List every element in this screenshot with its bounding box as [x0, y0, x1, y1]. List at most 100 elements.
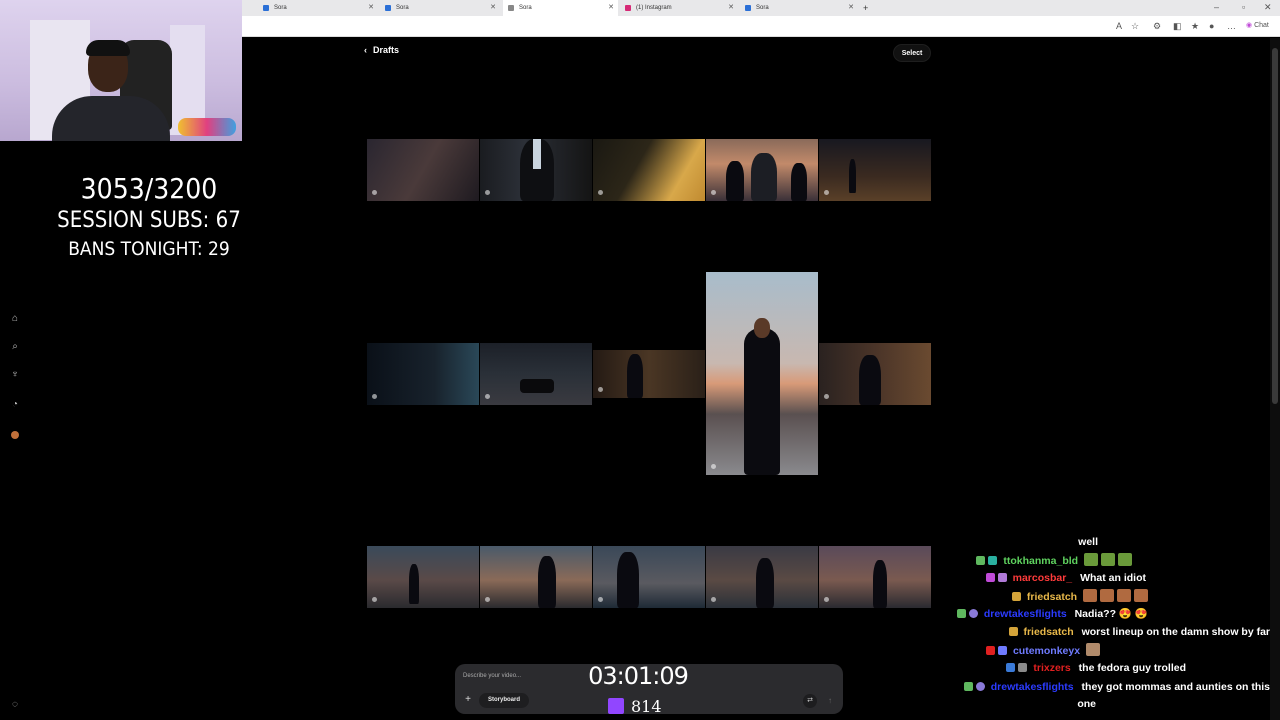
- sub-badge-icon: [1006, 663, 1016, 672]
- settings-icon[interactable]: ◌: [8, 698, 22, 712]
- close-tab-icon[interactable]: ✕: [490, 0, 496, 16]
- video-thumbnail[interactable]: [480, 343, 592, 405]
- tab-title: Sora: [756, 5, 769, 11]
- video-thumbnail[interactable]: [819, 139, 931, 201]
- read-aloud-icon[interactable]: A: [1116, 20, 1122, 32]
- bans-tonight: BANS TONIGHT: 29: [68, 238, 230, 260]
- browser-tab[interactable]: Sora ✕: [740, 0, 858, 16]
- chat-text: one: [1077, 698, 1096, 710]
- video-thumbnail[interactable]: [706, 139, 818, 201]
- instagram-favicon: [625, 5, 631, 11]
- stream-timer: 03:01:09: [588, 662, 689, 690]
- favorites-icon[interactable]: ★: [1191, 20, 1199, 32]
- extensions-icon[interactable]: ⚙: [1153, 20, 1161, 32]
- video-thumbnail[interactable]: [706, 546, 818, 608]
- trophy-icon[interactable]: ♆: [8, 368, 22, 382]
- chat-message: friedsatch: [1011, 589, 1148, 604]
- chat-message: drewtakesflights Nadia?? 😍 😍: [956, 607, 1148, 621]
- video-thumbnail[interactable]: [593, 350, 705, 398]
- browser-tab[interactable]: (1) Instagram ✕: [620, 0, 738, 16]
- sora-watermark-icon: [372, 597, 377, 602]
- webcam-overlay: [0, 0, 242, 141]
- video-thumbnail-selected[interactable]: [706, 272, 818, 475]
- search-icon[interactable]: ⌕: [8, 340, 22, 354]
- sub-goal: 3053/3200: [80, 172, 218, 205]
- streamer-body: [52, 96, 170, 141]
- chat-username: friedsatch: [1026, 591, 1078, 603]
- sub-badge-icon: [956, 609, 966, 618]
- session-subs: SESSION SUBS: 67: [57, 208, 241, 233]
- video-thumbnail[interactable]: [819, 343, 931, 405]
- chat-text: they got mommas and aunties on this: [1081, 681, 1270, 693]
- close-tab-icon[interactable]: ✕: [848, 0, 854, 16]
- copilot-chat-button[interactable]: ◉ Chat: [1246, 20, 1269, 32]
- browser-tab[interactable]: Sora ✕: [380, 0, 500, 16]
- video-thumbnail[interactable]: [480, 546, 592, 608]
- minimize-icon[interactable]: –: [1214, 1, 1219, 13]
- chat-username: ttokhanma_bld: [1003, 555, 1079, 567]
- profile-icon[interactable]: ●: [1209, 20, 1214, 32]
- prime-badge-icon: [968, 609, 978, 618]
- sora-watermark-icon: [372, 394, 377, 399]
- tab-title: Sora: [396, 5, 409, 11]
- sub-badge-icon: [985, 573, 995, 582]
- video-thumbnail[interactable]: [367, 546, 479, 608]
- favorite-star-icon[interactable]: ☆: [1131, 20, 1139, 32]
- chat-label: Chat: [1254, 22, 1269, 29]
- scrollbar-thumb[interactable]: [1272, 48, 1278, 404]
- close-tab-icon[interactable]: ✕: [368, 0, 374, 16]
- chat-text: worst lineup on the damn show by far: [1081, 626, 1270, 638]
- gift-badge-icon: [997, 573, 1007, 582]
- close-tab-icon[interactable]: ✕: [608, 0, 614, 16]
- close-tab-icon[interactable]: ✕: [728, 0, 734, 16]
- settings-toggle-icon[interactable]: ⇄: [803, 694, 817, 708]
- close-window-icon[interactable]: ✕: [1264, 1, 1272, 13]
- back-to-drafts-button[interactable]: ‹ Drafts: [364, 45, 414, 61]
- chat-text: well: [1078, 536, 1098, 548]
- browser-tab-active[interactable]: Sora ✕: [503, 0, 618, 16]
- emote-icon: [1118, 553, 1132, 566]
- split-screen-icon[interactable]: ◧: [1173, 20, 1182, 32]
- sora-watermark-icon: [372, 190, 377, 195]
- twitch-icon: [608, 698, 624, 714]
- video-thumbnail[interactable]: [480, 139, 592, 201]
- chat-username: marcosbar_: [1012, 572, 1073, 584]
- emote-icon: [1083, 589, 1097, 602]
- sora-watermark-icon: [598, 597, 603, 602]
- new-tab-button[interactable]: +: [860, 0, 876, 16]
- more-menu-icon[interactable]: …: [1227, 20, 1236, 32]
- storyboard-button[interactable]: Storyboard: [479, 693, 529, 708]
- send-arrow-icon[interactable]: ↑: [823, 694, 837, 708]
- emote-icon: [1086, 643, 1100, 656]
- chat-username: friedsatch: [1023, 626, 1074, 638]
- chat-message: ttokhanma_bld: [976, 553, 1132, 568]
- select-button[interactable]: Select: [893, 44, 931, 62]
- add-media-button[interactable]: +: [462, 693, 474, 707]
- maximize-icon[interactable]: ▫: [1242, 1, 1245, 13]
- sora-watermark-icon: [711, 597, 716, 602]
- avatar-icon[interactable]: [8, 430, 22, 444]
- mute-badge-icon: [1018, 663, 1028, 672]
- bell-icon[interactable]: ◔: [8, 398, 22, 412]
- emote-icon: [1100, 589, 1114, 602]
- prompt-input[interactable]: Describe your video...: [463, 673, 521, 679]
- sora-watermark-icon: [485, 394, 490, 399]
- chat-username: drewtakesflights: [983, 608, 1067, 620]
- sora-watermark-icon: [711, 190, 716, 195]
- browser-tab[interactable]: Sora ✕: [258, 0, 378, 16]
- home-icon[interactable]: ⌂: [8, 312, 22, 326]
- video-thumbnail[interactable]: [593, 139, 705, 201]
- tab-title: Sora: [274, 5, 287, 11]
- video-thumbnail[interactable]: [367, 139, 479, 201]
- chat-username: trixzers: [1033, 662, 1071, 674]
- chat-message: marcosbar_ What an idiot: [985, 571, 1146, 585]
- tab-title: Sora: [519, 5, 532, 11]
- plush-toy: [178, 118, 236, 136]
- sora-watermark-icon: [824, 597, 829, 602]
- video-thumbnail[interactable]: [593, 546, 705, 608]
- emote-icon: [1134, 589, 1148, 602]
- sub-badge-icon: [1008, 627, 1018, 636]
- video-thumbnail[interactable]: [819, 546, 931, 608]
- video-thumbnail[interactable]: [367, 343, 479, 405]
- sub-badge-icon: [976, 556, 986, 565]
